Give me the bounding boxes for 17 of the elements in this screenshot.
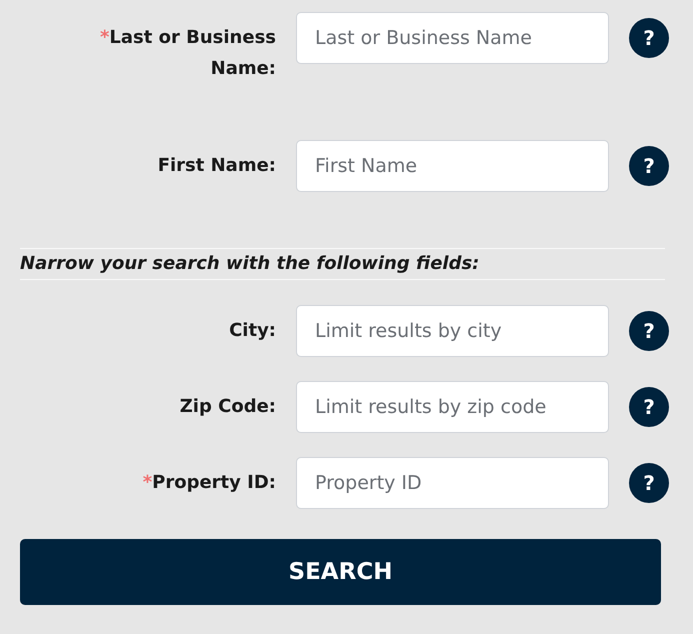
help-icon[interactable]: ? [629,311,669,351]
help-icon[interactable]: ? [629,387,669,427]
field-label: *Property ID: [142,471,276,495]
text-field[interactable]: Limit results by zip code [296,381,609,433]
section-heading: Narrow your search with the following fields: [20,248,665,280]
field-label: City: [228,319,276,343]
field-label: Zip Code: [178,395,276,419]
text-field[interactable]: Property ID [296,457,609,509]
text-field[interactable]: Last or Business Name [296,12,609,64]
text-field[interactable]: Limit results by city [296,305,609,357]
search-button[interactable]: SEARCH [20,539,661,605]
field-label: First Name: [156,154,276,178]
help-icon[interactable]: ? [629,463,669,503]
field-label: *Last or Business Name: [99,26,276,81]
help-icon[interactable]: ? [629,146,669,186]
text-field[interactable]: First Name [296,140,609,192]
help-icon[interactable]: ? [629,18,669,58]
